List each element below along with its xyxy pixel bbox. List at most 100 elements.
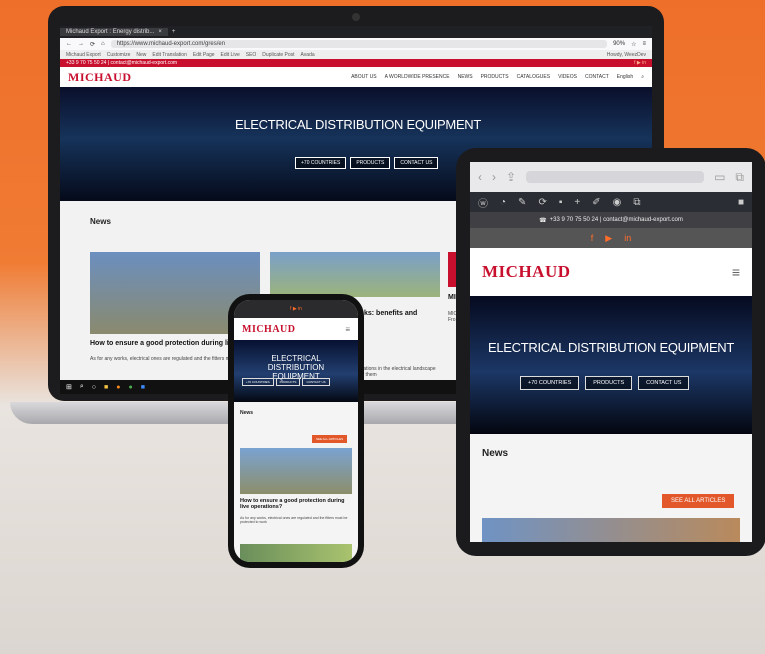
phone-header: MICHAUD ≡ [234, 318, 358, 340]
see-all-articles-button[interactable]: SEE ALL ARTICLES [312, 435, 348, 443]
reload-icon[interactable]: ⟳ [90, 41, 95, 48]
nav-item[interactable]: ABOUT US [351, 74, 376, 80]
nav-item[interactable]: A WORLDWIDE PRESENCE [385, 74, 450, 80]
forward-icon[interactable]: › [492, 170, 496, 184]
facebook-icon[interactable]: f [591, 233, 594, 243]
tab-title: Michaud Export : Energy distrib... [66, 29, 155, 35]
article-title[interactable]: How to ensure a good protection during l… [240, 498, 352, 510]
youtube-icon[interactable]: ▶ [605, 233, 612, 244]
url-input[interactable] [526, 171, 705, 183]
phone-screen: f ▶ in MICHAUD ≡ ELECTRICAL DISTRIBUTION… [234, 300, 358, 562]
tabs-icon[interactable]: ⧉ [735, 170, 744, 185]
hero-title: ELECTRICAL DISTRIBUTION EQUIPMENT [488, 340, 735, 355]
products-button[interactable]: PRODUCTS [275, 378, 301, 386]
site-header: MICHAUD ABOUT US A WORLDWIDE PRESENCE NE… [60, 67, 652, 87]
countries-button[interactable]: +70 COUNTRIES [295, 157, 347, 169]
chrome-icon[interactable]: ● [129, 384, 133, 391]
comments-icon[interactable]: ▪ [559, 197, 563, 208]
greeting[interactable]: Howdy, WeezDev [607, 52, 646, 58]
nav-item[interactable]: NEWS [458, 74, 473, 80]
add-icon[interactable]: + [574, 197, 580, 208]
dashboard-icon[interactable]: ◔ [500, 197, 506, 208]
article-image[interactable] [240, 544, 352, 562]
hero-banner: ELECTRICAL DISTRIBUTION EQUIPMENT +70 CO… [470, 296, 752, 434]
zoom-level[interactable]: 90% [613, 41, 625, 47]
admin-item[interactable]: Duplicate Post [262, 52, 294, 58]
see-all-articles-button[interactable]: SEE ALL ARTICLES [662, 494, 735, 508]
article-image[interactable] [240, 448, 352, 494]
hamburger-icon[interactable]: ≡ [732, 264, 740, 280]
products-button[interactable]: PRODUCTS [350, 157, 391, 169]
article-title[interactable]: ks: benefits and [364, 310, 417, 317]
hero-title: ELECTRICAL DISTRIBUTION EQUIPMENT [267, 354, 325, 381]
file-explorer-icon[interactable]: ■ [104, 384, 108, 391]
admin-item[interactable]: Edit Page [193, 52, 215, 58]
app-icon[interactable]: ■ [141, 384, 145, 391]
seo-icon[interactable]: ◉ [613, 197, 622, 208]
task-view-icon[interactable]: ○ [92, 384, 96, 391]
contact-button[interactable]: CONTACT US [638, 376, 690, 390]
back-icon[interactable]: ‹ [478, 170, 482, 184]
linkedin-icon[interactable]: in [624, 233, 631, 243]
admin-item[interactable]: New [136, 52, 146, 58]
article-title[interactable]: MI [448, 294, 456, 301]
forward-icon[interactable]: → [78, 41, 84, 47]
browser-tab-bar: Michaud Export : Energy distrib... × + [60, 26, 652, 38]
book-icon[interactable]: ▭ [714, 170, 725, 184]
camera-icon [352, 13, 360, 21]
menu-icon[interactable]: ≡ [642, 41, 646, 47]
admin-item[interactable]: Michaud Export [66, 52, 101, 58]
article-title[interactable]: How to ensure a good protection during l… [90, 340, 251, 347]
search-icon[interactable]: ⌕ [80, 383, 84, 391]
logo[interactable]: MICHAUD [482, 262, 571, 282]
star-icon[interactable]: ☆ [631, 41, 636, 48]
nav-item[interactable]: VIDEOS [558, 74, 577, 80]
phone-icon: ☎ [539, 217, 547, 224]
admin-item[interactable]: Edit Translation [152, 52, 186, 58]
back-icon[interactable]: ← [66, 41, 72, 47]
browser-tab[interactable]: Michaud Export : Energy distrib... × [60, 28, 168, 36]
admin-item[interactable]: Customize [107, 52, 131, 58]
admin-item[interactable]: Edit Live [221, 52, 240, 58]
duplicate-icon[interactable]: ⧉ [633, 197, 640, 208]
nav-item[interactable]: CONTACT [585, 74, 609, 80]
firefox-icon[interactable]: ● [116, 384, 120, 391]
home-icon[interactable]: ⌂ [101, 41, 105, 47]
updates-icon[interactable]: ⟳ [538, 197, 546, 208]
article-excerpt: MIC Fro [448, 311, 458, 323]
admin-item[interactable]: SEO [246, 52, 257, 58]
edit-icon[interactable]: ✐ [592, 197, 600, 208]
phone-social-bar: f ▶ in [234, 300, 358, 318]
social-bar: f ▶ in [470, 228, 752, 248]
social-icons[interactable]: f ▶ in [634, 60, 646, 66]
main-nav: ABOUT US A WORLDWIDE PRESENCE NEWS PRODU… [351, 74, 644, 80]
hamburger-icon[interactable]: ≡ [345, 325, 350, 334]
tablet-screen: ‹ › ⇪ ▭ ⧉ ⓦ ◔ ✎ ⟳ ▪ + ✐ ◉ ⧉ ■ ☎ +33 9 70… [470, 162, 752, 542]
nav-item[interactable]: CATALOGUES [517, 74, 550, 80]
language-item[interactable]: English [617, 74, 633, 80]
admin-bar: Michaud Export Customize New Edit Transl… [60, 50, 652, 59]
share-icon[interactable]: ⇪ [506, 170, 516, 184]
customize-icon[interactable]: ✎ [518, 197, 526, 208]
logo[interactable]: MICHAUD [242, 324, 296, 335]
hero-buttons: +70 COUNTRIES PRODUCTS CONTACT US [520, 376, 690, 390]
wordpress-icon[interactable]: ⓦ [478, 195, 488, 210]
contact-button[interactable]: CONTACT US [394, 157, 439, 169]
article-image[interactable] [270, 252, 440, 297]
countries-button[interactable]: +70 COUNTRIES [242, 378, 274, 386]
admin-item[interactable]: Avada [301, 52, 315, 58]
products-button[interactable]: PRODUCTS [585, 376, 633, 390]
avatar[interactable]: ■ [738, 197, 744, 208]
windows-icon[interactable]: ⊞ [66, 383, 72, 391]
social-icons[interactable]: f ▶ in [290, 306, 302, 312]
logo[interactable]: MICHAUD [68, 70, 132, 85]
article-image[interactable] [482, 518, 740, 542]
countries-button[interactable]: +70 COUNTRIES [520, 376, 580, 390]
search-icon[interactable]: ⌕ [641, 74, 644, 80]
new-tab-button[interactable]: + [172, 29, 176, 35]
url-input[interactable]: https://www.michaud-export.com/gres/en [110, 40, 608, 48]
close-icon[interactable]: × [158, 29, 162, 35]
nav-item[interactable]: PRODUCTS [481, 74, 509, 80]
contact-button[interactable]: CONTACT US [302, 378, 330, 386]
article-image[interactable] [448, 252, 456, 287]
